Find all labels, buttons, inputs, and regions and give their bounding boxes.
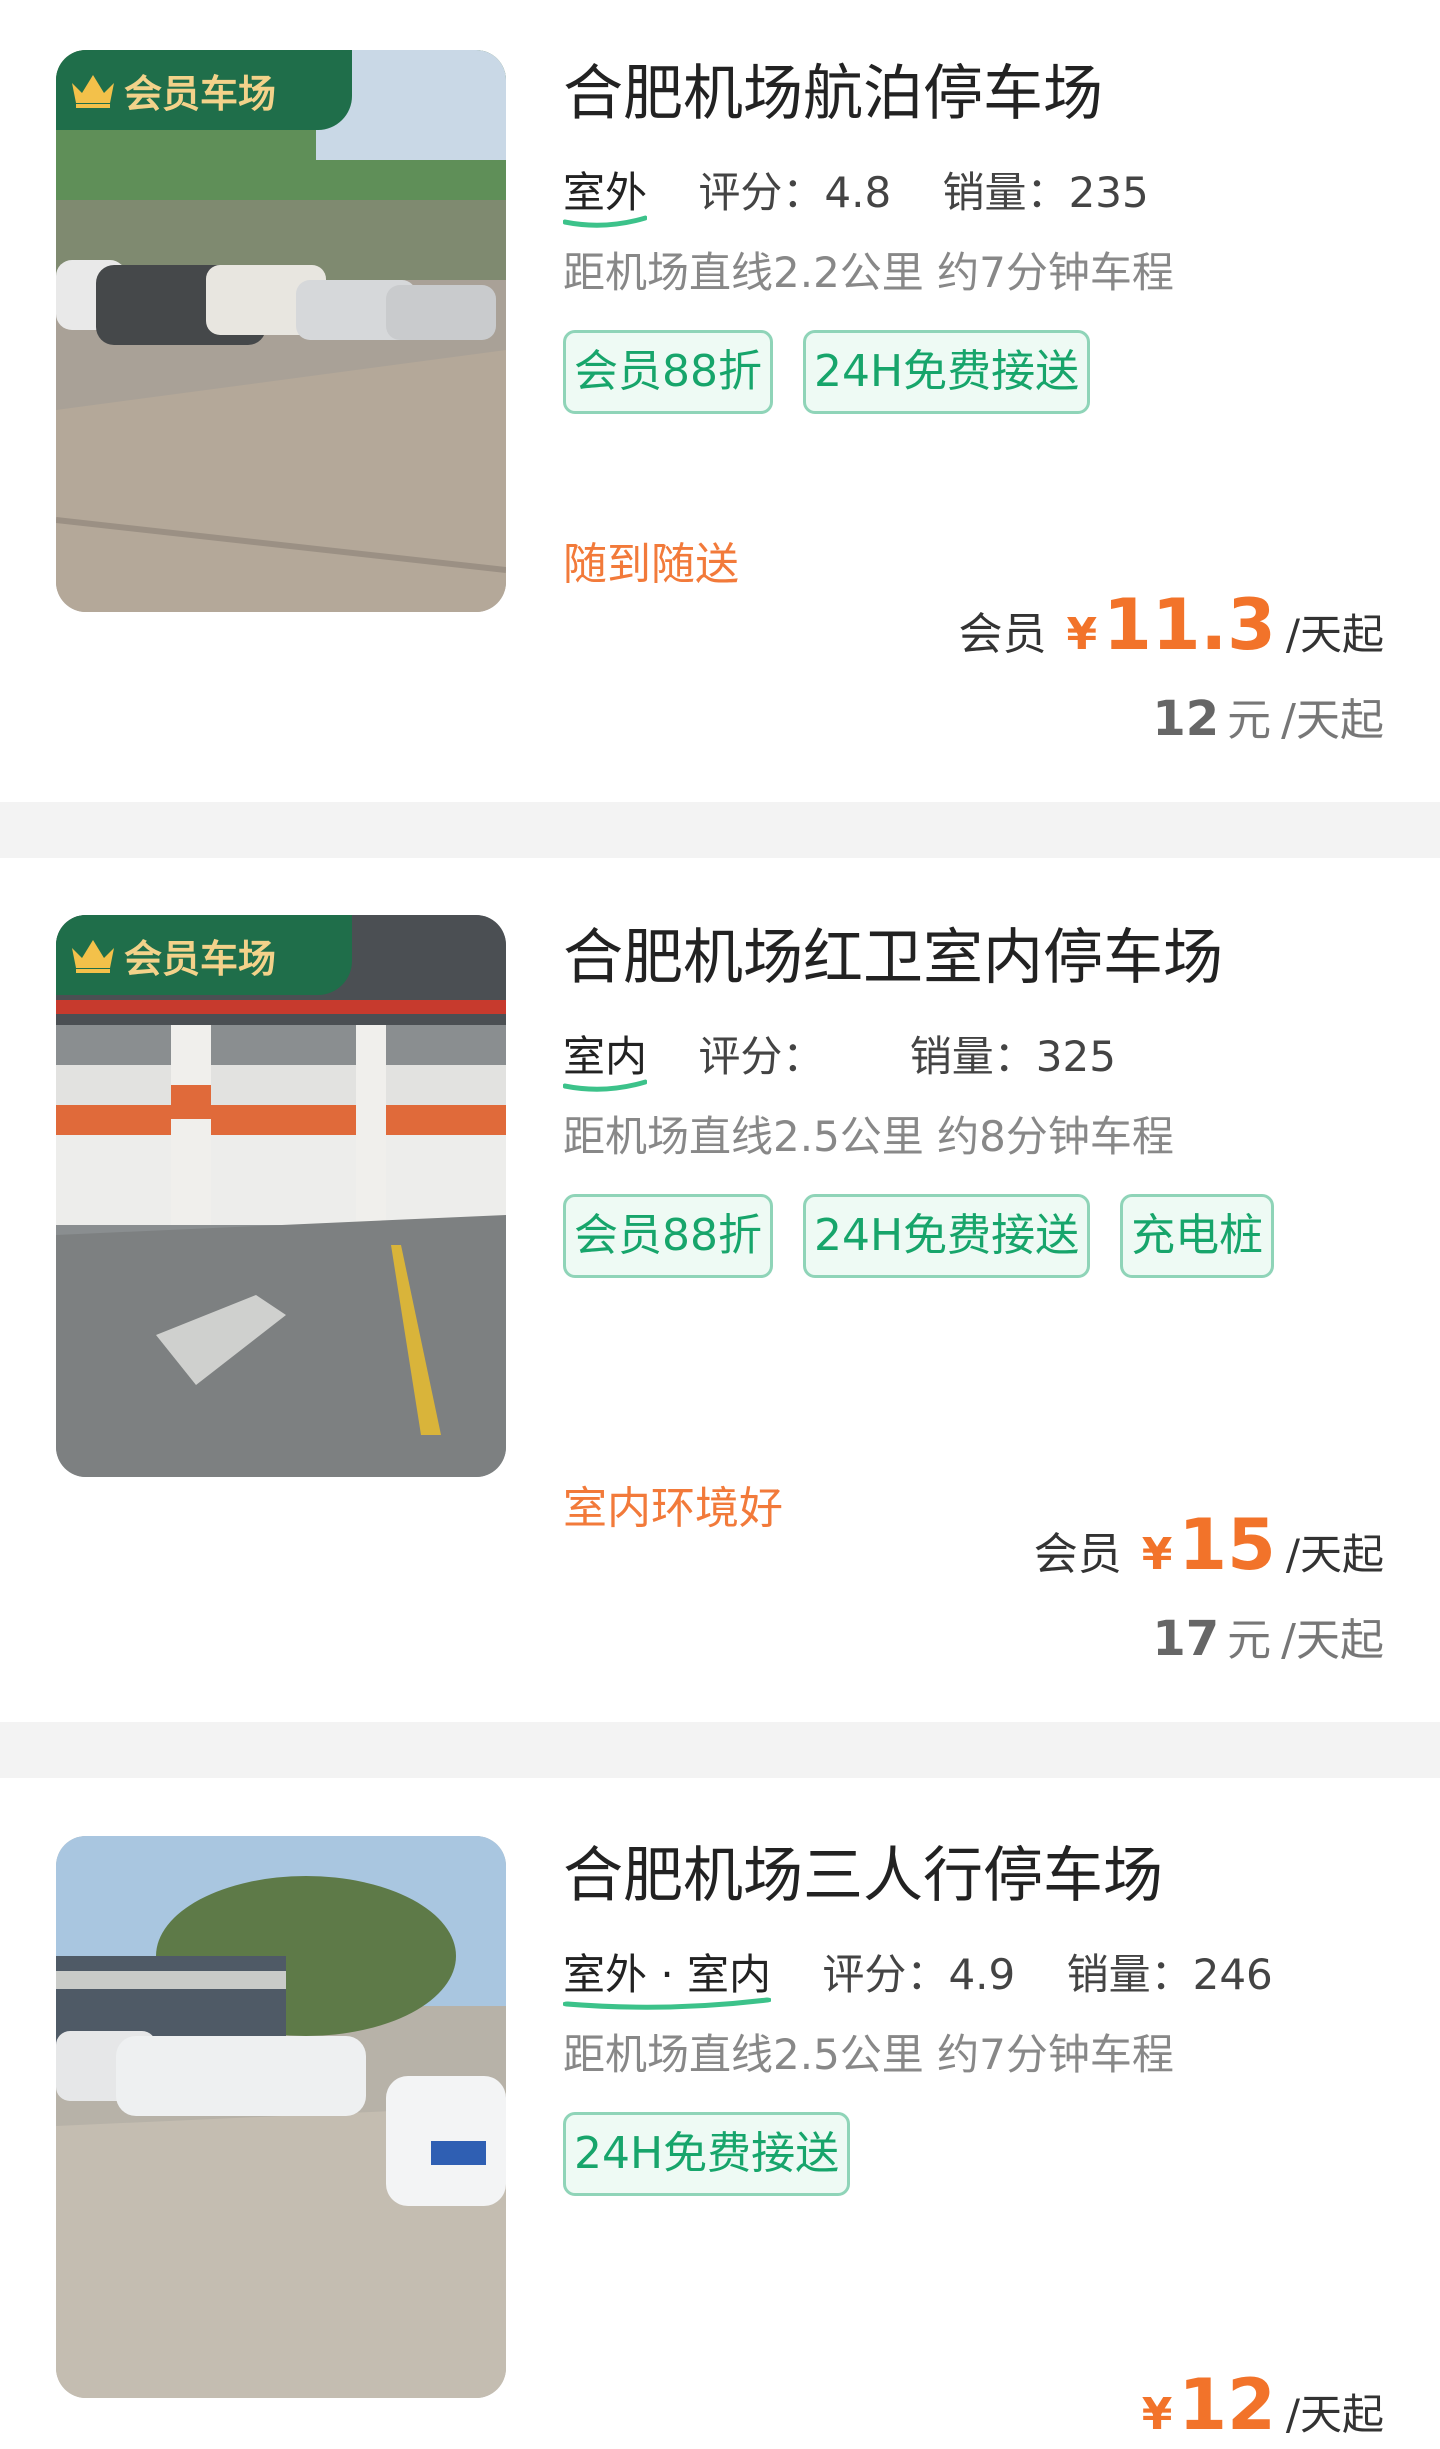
sales-value: 325 xyxy=(1035,1032,1116,1081)
lot-photo[interactable] xyxy=(56,1836,506,2398)
tag-member-discount: 会员88折 xyxy=(563,330,773,414)
type-underline-swoosh xyxy=(563,1079,648,1092)
tag-member-discount: 会员88折 xyxy=(563,1194,773,1278)
lot-info: 合肥机场航泊停车场 室外 评分：4.8 销量：235 距机场直线2.2公里 约7… xyxy=(563,56,1403,414)
rating-value: 4.8 xyxy=(824,168,892,217)
lot-slogan: 随到随送 xyxy=(563,539,739,590)
type-underline-swoosh xyxy=(563,1997,772,2010)
lot-rating: 评分： xyxy=(698,1032,824,1081)
lot-sales: 销量：325 xyxy=(910,1032,1116,1081)
tag-free-shuttle: 24H免费接送 xyxy=(563,2112,851,2196)
rating-label: 评分： xyxy=(698,168,825,217)
crown-icon xyxy=(72,940,114,973)
sales-value: 246 xyxy=(1192,1950,1273,1999)
lot-type-label: 室外 xyxy=(563,168,648,217)
member-price-label: 会员 xyxy=(1033,1529,1122,1580)
lot-photo[interactable]: 会员车场 xyxy=(56,50,506,612)
original-price: 17 元/天起 xyxy=(1152,1604,1384,1668)
original-price-value: 12 xyxy=(1152,691,1220,747)
lot-type: 室外 xyxy=(563,166,648,228)
price-unit: /天起 xyxy=(1285,1530,1384,1579)
lot-rating: 评分：4.9 xyxy=(822,1950,1015,1999)
lot-name: 合肥机场红卫室内停车场 xyxy=(563,923,1223,993)
lot-type: 室外 · 室内 xyxy=(563,1948,772,2010)
member-price: 会员 ¥15/天起 xyxy=(1034,1504,1384,1586)
original-price-currency: 元 xyxy=(1227,1615,1272,1666)
lot-name: 合肥机场三人行停车场 xyxy=(563,1841,1163,1911)
lot-distance: 距机场直线2.5公里 约8分钟车程 xyxy=(563,1112,1174,1161)
lot-tags: 会员88折 24H免费接送 充电桩 xyxy=(563,1194,1403,1278)
member-lot-badge: 会员车场 xyxy=(56,915,352,995)
lot-meta: 室外 评分：4.8 销量：235 xyxy=(563,166,1403,228)
rating-value: 4.9 xyxy=(948,1950,1016,1999)
tag-free-shuttle: 24H免费接送 xyxy=(803,330,1091,414)
lot-info: 合肥机场红卫室内停车场 室内 评分： 销量：325 距机场直线2.5公里 约8分… xyxy=(563,920,1403,1278)
lot-tags: 24H免费接送 xyxy=(563,2112,1403,2196)
sales-label: 销量： xyxy=(909,1032,1036,1081)
lot-meta: 室内 评分： 销量：325 xyxy=(563,1030,1403,1092)
lot-slogan: 室内环境好 xyxy=(563,1483,783,1534)
currency-symbol: ¥ xyxy=(1141,1529,1173,1580)
original-price-unit: /天起 xyxy=(1281,1615,1384,1666)
member-price-label: 会员 xyxy=(958,609,1047,660)
price-unit: /天起 xyxy=(1285,2390,1384,2439)
crown-icon xyxy=(72,75,114,108)
lot-meta: 室外 · 室内 评分：4.9 销量：246 xyxy=(563,1948,1403,2010)
lot-photo[interactable]: 会员车场 xyxy=(56,915,506,1477)
sales-value: 235 xyxy=(1068,168,1149,217)
parking-lot-card[interactable]: 会员车场 合肥机场航泊停车场 室外 评分：4.8 销量：235 距机场直线2.2… xyxy=(0,0,1440,802)
price-unit: /天起 xyxy=(1285,610,1384,659)
original-price-currency: 元 xyxy=(1227,695,1272,746)
lot-photo-image xyxy=(56,50,506,612)
lot-distance: 距机场直线2.2公里 约7分钟车程 xyxy=(563,248,1174,297)
card-separator xyxy=(0,802,1440,858)
currency-symbol: ¥ xyxy=(1141,2389,1173,2440)
lot-info: 合肥机场三人行停车场 室外 · 室内 评分：4.9 销量：246 距机场直线2.… xyxy=(563,1838,1403,2196)
rating-label: 评分： xyxy=(822,1950,949,1999)
parking-lot-card[interactable]: 合肥机场三人行停车场 室外 · 室内 评分：4.9 销量：246 距机场直线2.… xyxy=(0,1778,1440,2449)
lot-type-label: 室内 xyxy=(563,1032,648,1081)
lot-type-label: 室外 · 室内 xyxy=(563,1950,772,1999)
member-lot-badge-label: 会员车场 xyxy=(124,936,277,981)
lot-price: ¥12/天起 xyxy=(1142,2364,1384,2446)
sales-label: 销量： xyxy=(942,168,1069,217)
sales-label: 销量： xyxy=(1066,1950,1193,1999)
lot-rating: 评分：4.8 xyxy=(698,168,891,217)
lot-type: 室内 xyxy=(563,1030,648,1092)
tag-free-shuttle: 24H免费接送 xyxy=(803,1194,1091,1278)
lot-photo-image xyxy=(56,1836,506,2398)
original-price-unit: /天起 xyxy=(1281,695,1384,746)
original-price: 12 元/天起 xyxy=(1152,684,1384,748)
lot-photo-image xyxy=(56,915,506,1477)
tag-charging-pile: 充电桩 xyxy=(1120,1194,1275,1278)
member-price-value: 11.3 xyxy=(1103,584,1276,666)
parking-lot-card[interactable]: 会员车场 合肥机场红卫室内停车场 室内 评分： 销量：325 距机场直线2.5公… xyxy=(0,858,1440,1722)
lot-distance: 距机场直线2.5公里 约7分钟车程 xyxy=(563,2030,1174,2079)
member-price-value: 15 xyxy=(1178,1504,1276,1586)
type-underline-swoosh xyxy=(563,215,648,228)
price-value: 12 xyxy=(1178,2364,1276,2446)
member-price: 会员 ¥11.3/天起 xyxy=(959,584,1385,666)
lot-sales: 销量：246 xyxy=(1067,1950,1273,1999)
lot-tags: 会员88折 24H免费接送 xyxy=(563,330,1403,414)
rating-label: 评分： xyxy=(698,1032,825,1081)
lot-sales: 销量：235 xyxy=(943,168,1149,217)
member-lot-badge: 会员车场 xyxy=(56,50,352,130)
member-lot-badge-label: 会员车场 xyxy=(124,71,277,116)
original-price-value: 17 xyxy=(1152,1611,1220,1667)
currency-symbol: ¥ xyxy=(1066,609,1098,660)
lot-name: 合肥机场航泊停车场 xyxy=(563,59,1103,129)
parking-lot-list: 会员车场 合肥机场航泊停车场 室外 评分：4.8 销量：235 距机场直线2.2… xyxy=(0,0,1440,2449)
card-separator xyxy=(0,1722,1440,1778)
